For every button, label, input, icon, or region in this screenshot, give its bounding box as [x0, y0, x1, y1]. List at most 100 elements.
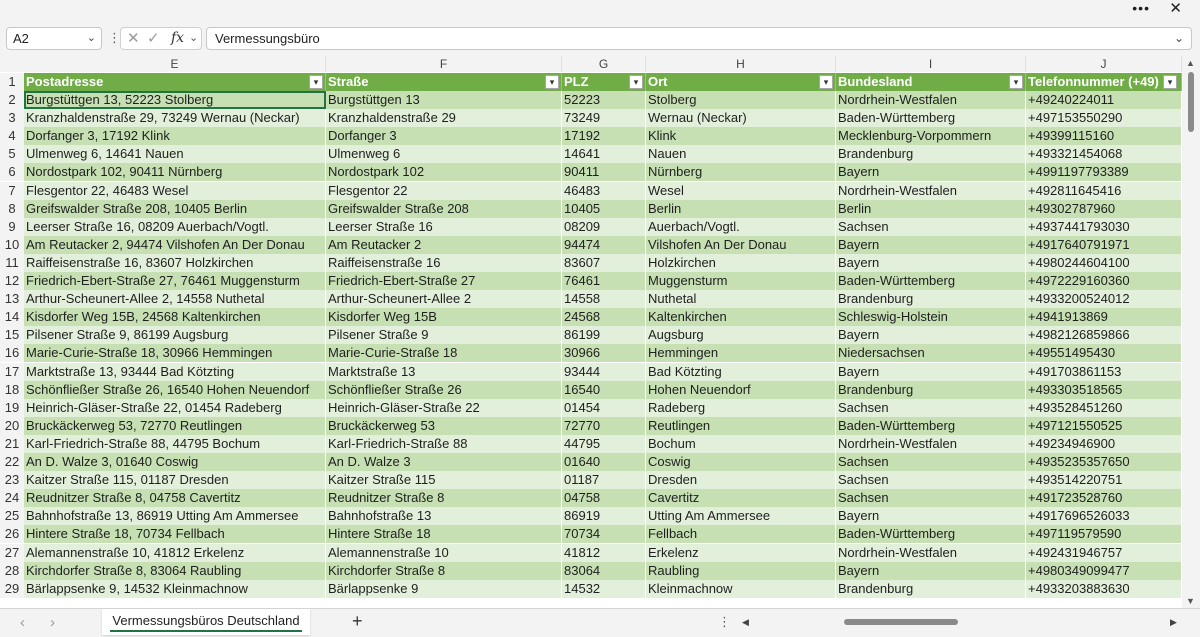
cell-plz[interactable]: 30966	[562, 344, 646, 362]
row-header[interactable]: 20	[0, 417, 24, 435]
cell-plz[interactable]: 90411	[562, 163, 646, 181]
cell-telefon[interactable]: +497153550290	[1026, 109, 1182, 127]
cell-bundesland[interactable]: Nordrhein-Westfalen	[836, 91, 1026, 109]
row-header[interactable]: 11	[0, 254, 24, 272]
header-cell[interactable]: Telefonnummer (+49) ▾	[1026, 73, 1182, 91]
vertical-dots-icon[interactable]: ⋮	[718, 614, 731, 630]
row-header[interactable]: 16	[0, 344, 24, 362]
cell-postadresse[interactable]: Pilsener Straße 9, 86199 Augsburg	[24, 326, 326, 344]
row-header[interactable]: 27	[0, 544, 24, 562]
cell-ort[interactable]: Utting Am Ammersee	[646, 507, 836, 525]
row-header[interactable]: 28	[0, 562, 24, 580]
row-header[interactable]: 1	[0, 73, 24, 91]
cell-telefon[interactable]: +492811645416	[1026, 182, 1182, 200]
cell-postadresse[interactable]: Leerser Straße 16, 08209 Auerbach/Vogtl.	[24, 218, 326, 236]
row-header[interactable]: 21	[0, 435, 24, 453]
cell-postadresse[interactable]: Karl-Friedrich-Straße 88, 44795 Bochum	[24, 435, 326, 453]
cell-bundesland[interactable]: Bayern	[836, 363, 1026, 381]
row-header[interactable]: 4	[0, 127, 24, 145]
cell-ort[interactable]: Vilshofen An Der Donau	[646, 236, 836, 254]
row-header[interactable]: 15	[0, 326, 24, 344]
row-header[interactable]: 17	[0, 363, 24, 381]
cell-telefon[interactable]: +4991197793389	[1026, 163, 1182, 181]
cell-ort[interactable]: Bochum	[646, 435, 836, 453]
cell-postadresse[interactable]: Kisdorfer Weg 15B, 24568 Kaltenkirchen	[24, 308, 326, 326]
name-box[interactable]: A2 ⌄	[6, 27, 102, 50]
cell-plz[interactable]: 70734	[562, 525, 646, 543]
cell-strasse[interactable]: Leerser Straße 16	[326, 218, 562, 236]
cell-telefon[interactable]: +4933200524012	[1026, 290, 1182, 308]
cell-bundesland[interactable]: Brandenburg	[836, 145, 1026, 163]
row-header[interactable]: 5	[0, 145, 24, 163]
cell-ort[interactable]: Cavertitz	[646, 489, 836, 507]
cell-strasse[interactable]: An D. Walze 3	[326, 453, 562, 471]
cell-plz[interactable]: 01454	[562, 399, 646, 417]
cell-plz[interactable]: 14641	[562, 145, 646, 163]
cell-telefon[interactable]: +497121550525	[1026, 417, 1182, 435]
cell-postadresse[interactable]: Schönfließer Straße 26, 16540 Hohen Neue…	[24, 381, 326, 399]
cell-bundesland[interactable]: Nordrhein-Westfalen	[836, 435, 1026, 453]
column-header-e[interactable]: E	[24, 56, 326, 72]
cell-ort[interactable]: Erkelenz	[646, 544, 836, 562]
cell-strasse[interactable]: Alemannenstraße 10	[326, 544, 562, 562]
cell-bundesland[interactable]: Baden-Württemberg	[836, 109, 1026, 127]
row-header[interactable]: 8	[0, 200, 24, 218]
row-header[interactable]: 9	[0, 218, 24, 236]
cell-strasse[interactable]: Flesgentor 22	[326, 182, 562, 200]
close-icon[interactable]: ✕	[1169, 1, 1182, 16]
cell-strasse[interactable]: Raiffeisenstraße 16	[326, 254, 562, 272]
cell-plz[interactable]: 14532	[562, 580, 646, 598]
cell-strasse[interactable]: Kisdorfer Weg 15B	[326, 308, 562, 326]
cell-plz[interactable]: 76461	[562, 272, 646, 290]
cell-telefon[interactable]: +492431946757	[1026, 544, 1182, 562]
row-header[interactable]: 29	[0, 580, 24, 598]
row-header[interactable]: 12	[0, 272, 24, 290]
cell-telefon[interactable]: +497119579590	[1026, 525, 1182, 543]
cell-plz[interactable]: 44795	[562, 435, 646, 453]
filter-dropdown-icon[interactable]: ▾	[1009, 75, 1023, 89]
cell-bundesland[interactable]: Bayern	[836, 507, 1026, 525]
cell-strasse[interactable]: Karl-Friedrich-Straße 88	[326, 435, 562, 453]
add-sheet-button[interactable]: +	[352, 611, 363, 632]
cell-ort[interactable]: Berlin	[646, 200, 836, 218]
cell-postadresse[interactable]: Kirchdorfer Straße 8, 83064 Raubling	[24, 562, 326, 580]
column-header-h[interactable]: H	[646, 56, 836, 72]
cell-plz[interactable]: 04758	[562, 489, 646, 507]
cell-postadresse[interactable]: Burgstüttgen 13, 52223 Stolberg	[24, 91, 326, 109]
cell-bundesland[interactable]: Sachsen	[836, 453, 1026, 471]
row-header[interactable]: 7	[0, 182, 24, 200]
column-header-j[interactable]: J	[1026, 56, 1182, 72]
cell-postadresse[interactable]: Arthur-Scheunert-Allee 2, 14558 Nuthetal	[24, 290, 326, 308]
cell-ort[interactable]: Stolberg	[646, 91, 836, 109]
cell-bundesland[interactable]: Baden-Württemberg	[836, 272, 1026, 290]
cell-postadresse[interactable]: Bruckäckerweg 53, 72770 Reutlingen	[24, 417, 326, 435]
cell-ort[interactable]: Bad Kötzting	[646, 363, 836, 381]
cell-telefon[interactable]: +49302787960	[1026, 200, 1182, 218]
cell-ort[interactable]: Nürnberg	[646, 163, 836, 181]
cell-postadresse[interactable]: Reudnitzer Straße 8, 04758 Cavertitz	[24, 489, 326, 507]
cell-plz[interactable]: 93444	[562, 363, 646, 381]
scroll-down-icon[interactable]: ▼	[1186, 596, 1195, 606]
vertical-scrollbar[interactable]: ▲ ▼	[1182, 56, 1200, 608]
cell-postadresse[interactable]: Ulmenweg 6, 14641 Nauen	[24, 145, 326, 163]
cell-postadresse[interactable]: Marktstraße 13, 93444 Bad Kötzting	[24, 363, 326, 381]
cell-ort[interactable]: Muggensturm	[646, 272, 836, 290]
cell-bundesland[interactable]: Brandenburg	[836, 290, 1026, 308]
cell-bundesland[interactable]: Bayern	[836, 163, 1026, 181]
cell-telefon[interactable]: +49399115160	[1026, 127, 1182, 145]
cell-postadresse[interactable]: Heinrich-Gläser-Straße 22, 01454 Radeber…	[24, 399, 326, 417]
cell-strasse[interactable]: Bahnhofstraße 13	[326, 507, 562, 525]
cell-strasse[interactable]: Marktstraße 13	[326, 363, 562, 381]
cell-strasse[interactable]: Schönfließer Straße 26	[326, 381, 562, 399]
row-header[interactable]: 23	[0, 471, 24, 489]
row-header[interactable]: 19	[0, 399, 24, 417]
cell-strasse[interactable]: Dorfanger 3	[326, 127, 562, 145]
cell-strasse[interactable]: Burgstüttgen 13	[326, 91, 562, 109]
cell-ort[interactable]: Holzkirchen	[646, 254, 836, 272]
cell-postadresse[interactable]: Flesgentor 22, 46483 Wesel	[24, 182, 326, 200]
cell-bundesland[interactable]: Berlin	[836, 200, 1026, 218]
row-header[interactable]: 3	[0, 109, 24, 127]
cell-bundesland[interactable]: Sachsen	[836, 218, 1026, 236]
cell-strasse[interactable]: Kaitzer Straße 115	[326, 471, 562, 489]
cell-plz[interactable]: 52223	[562, 91, 646, 109]
